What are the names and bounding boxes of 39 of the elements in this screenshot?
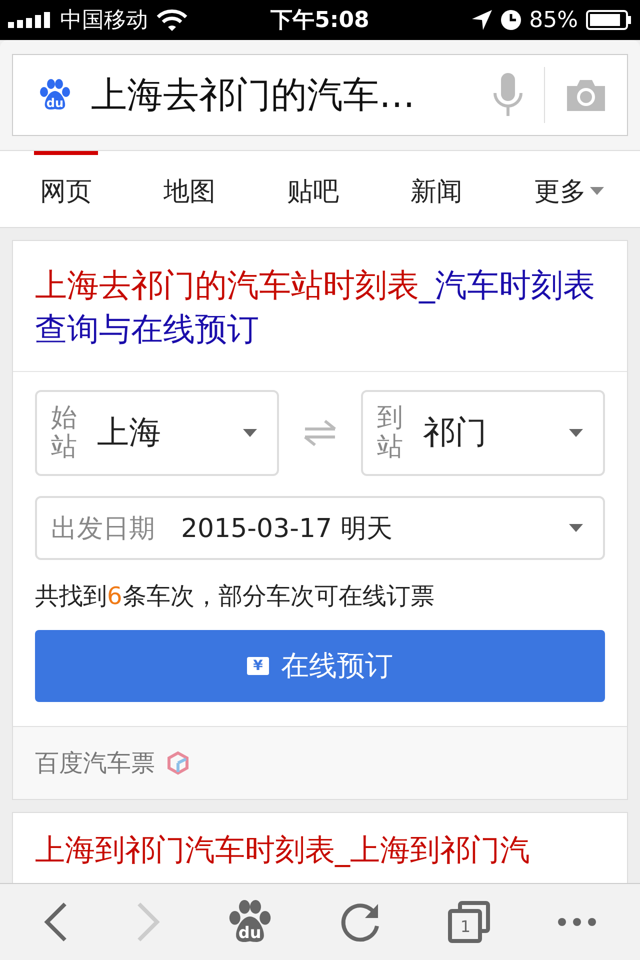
date-value: 2015-03-17 明天	[181, 512, 394, 546]
wifi-icon	[156, 9, 188, 31]
location-arrow-icon	[471, 9, 494, 31]
field-label: 出发日期	[51, 512, 155, 546]
source-name: 百度汽车票	[35, 748, 155, 779]
search-query: 上海去祁门的汽车…	[91, 74, 416, 118]
search-field[interactable]: du 上海去祁门的汽车…	[12, 54, 628, 136]
alarm-clock-icon	[501, 10, 522, 30]
cube-icon	[167, 751, 189, 775]
clock-time: 下午5:08	[270, 7, 370, 35]
ticket-icon: ¥	[247, 657, 269, 675]
battery-percent: 85%	[529, 8, 578, 32]
signal-icon	[8, 12, 52, 28]
date-select[interactable]: 出发日期 2015-03-17 明天	[35, 496, 605, 560]
baidu-logo: du	[39, 79, 71, 111]
microphone-icon[interactable]	[492, 73, 524, 117]
nav-tab[interactable]: 地图	[158, 151, 222, 227]
camera-icon[interactable]	[565, 78, 607, 112]
field-label: 到站	[377, 404, 403, 462]
caret-icon	[243, 429, 257, 437]
station-name: 祁门	[423, 412, 488, 453]
field-label: 始站	[51, 404, 77, 462]
nav-tab[interactable]: 更多	[528, 151, 610, 227]
baidu-logo[interactable]: du	[228, 900, 272, 944]
result-count-text: 共找到6条车次，部分车次可在线订票	[35, 581, 436, 612]
nav-tab[interactable]: 新闻	[404, 151, 468, 227]
nav-tab[interactable]: 贴吧	[281, 151, 345, 227]
swap-icon[interactable]	[303, 419, 337, 447]
caret-icon	[569, 429, 583, 437]
result-title[interactable]: 上海去祁门的汽车站时刻表_汽车时刻表查询与在线预订	[13, 241, 627, 372]
station-name: 上海	[97, 412, 162, 453]
carrier-name: 中国移动	[60, 7, 148, 35]
more-icon[interactable]	[556, 917, 597, 927]
result-title[interactable]: 上海到祁门汽车时刻表_上海到祁门汽	[35, 829, 605, 877]
nav-tab[interactable]: 网页	[34, 151, 98, 227]
caret-icon	[569, 524, 583, 532]
book-online-button[interactable]: ¥ 在线预订	[35, 630, 605, 702]
back-icon[interactable]	[43, 902, 70, 942]
battery-icon	[586, 10, 632, 30]
